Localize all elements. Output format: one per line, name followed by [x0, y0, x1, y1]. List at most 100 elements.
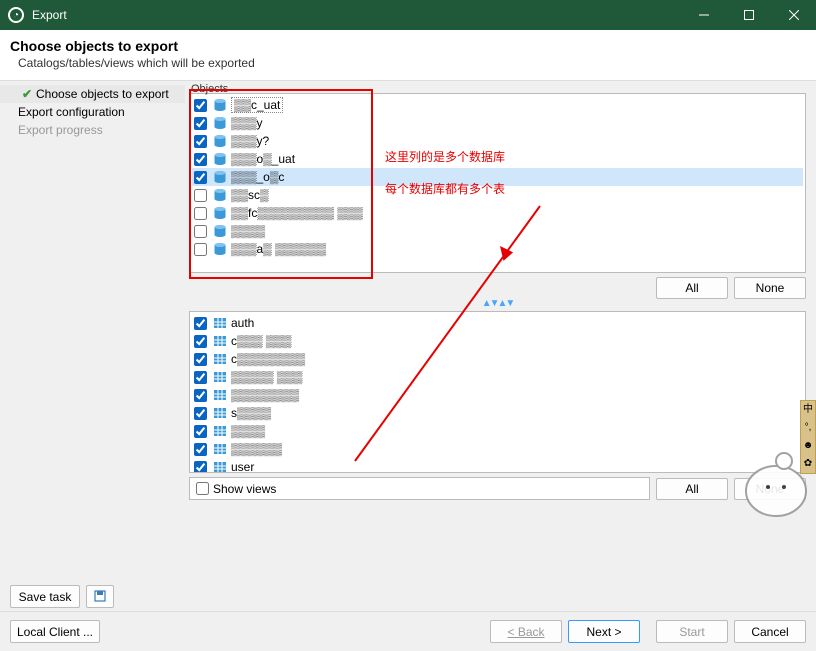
database-label: ▒▒▒y? — [231, 134, 269, 148]
app-icon: ◔ — [8, 7, 24, 23]
start-button[interactable]: Start — [656, 620, 728, 643]
database-icon — [213, 224, 227, 238]
database-checkbox[interactable] — [194, 189, 207, 202]
table-checkbox[interactable] — [194, 407, 207, 420]
db-all-button[interactable]: All — [656, 277, 728, 299]
database-checkbox[interactable] — [194, 135, 207, 148]
database-icon — [213, 206, 227, 220]
save-icon — [93, 589, 107, 603]
table-checkbox[interactable] — [194, 335, 207, 348]
table-label: ▒▒▒▒▒▒▒▒ — [231, 388, 299, 402]
wizard-steps: Choose objects to exportExport configura… — [0, 81, 185, 581]
table-checkbox[interactable] — [194, 371, 207, 384]
maximize-button[interactable] — [726, 0, 771, 30]
table-item[interactable]: c▒▒▒ ▒▒▒ — [192, 332, 803, 350]
tbl-all-button[interactable]: All — [656, 478, 728, 500]
bottom-tools: Save task — [0, 581, 816, 611]
database-checkbox[interactable] — [194, 243, 207, 256]
database-item[interactable]: ▒▒▒o▒_uat — [192, 150, 803, 168]
cancel-button[interactable]: Cancel — [734, 620, 806, 643]
database-label: ▒▒▒y — [231, 116, 263, 130]
table-item[interactable]: ▒▒▒▒▒▒▒▒ — [192, 386, 803, 404]
table-label: auth — [231, 316, 254, 330]
db-none-button[interactable]: None — [734, 277, 806, 299]
show-views-label: Show views — [213, 482, 276, 496]
objects-legend: Objects — [191, 83, 228, 95]
table-checkbox[interactable] — [194, 353, 207, 366]
table-checkbox[interactable] — [194, 461, 207, 474]
database-item[interactable]: ▒▒▒a▒ ▒▒▒▒▒▒ — [192, 240, 803, 258]
table-list[interactable]: auth c▒▒▒ ▒▒▒ c▒▒▒▒▒▒▒▒ ▒▒▒▒▒ ▒▒▒ ▒▒▒▒▒▒▒▒ s▒… — [189, 311, 806, 473]
page-title: Choose objects to export — [10, 38, 806, 54]
table-item[interactable]: ▒▒▒▒▒ ▒▒▒ — [192, 368, 803, 386]
database-icon — [213, 98, 227, 112]
database-label: ▒▒▒a▒ ▒▒▒▒▒▒ — [231, 242, 326, 256]
table-icon — [213, 424, 227, 438]
table-icon — [213, 406, 227, 420]
wizard-footer: Local Client ... < Back Next > Start Can… — [0, 611, 816, 651]
show-views-checkbox[interactable] — [196, 482, 209, 495]
table-checkbox[interactable] — [194, 443, 207, 456]
table-checkbox[interactable] — [194, 425, 207, 438]
next-button[interactable]: Next > — [568, 620, 640, 643]
database-icon — [213, 116, 227, 130]
content-pane: Objects ▒▒c_uat ▒▒▒y ▒▒▒y? ▒▒▒o▒_uat ▒▒▒_o▒c… — [185, 81, 816, 581]
wizard-step[interactable]: Export progress — [0, 121, 185, 139]
table-item[interactable]: c▒▒▒▒▒▒▒▒ — [192, 350, 803, 368]
table-icon — [213, 370, 227, 384]
minimize-button[interactable] — [681, 0, 726, 30]
table-icon — [213, 388, 227, 402]
database-checkbox[interactable] — [194, 225, 207, 238]
table-label: c▒▒▒▒▒▒▒▒ — [231, 352, 305, 366]
database-item[interactable]: ▒▒▒y? — [192, 132, 803, 150]
database-icon — [213, 188, 227, 202]
table-icon — [213, 352, 227, 366]
table-icon — [213, 334, 227, 348]
back-button[interactable]: < Back — [490, 620, 562, 643]
table-item[interactable]: ▒▒▒▒▒▒ — [192, 440, 803, 458]
ime-settings-icon: ✿ — [801, 455, 815, 473]
table-label: ▒▒▒▒ — [231, 424, 265, 438]
database-item[interactable]: ▒▒fc▒▒▒▒▒▒▒▒▒ ▒▒▒ — [192, 204, 803, 222]
table-item[interactable]: ▒▒▒▒ — [192, 422, 803, 440]
database-checkbox[interactable] — [194, 153, 207, 166]
save-task-button[interactable]: Save task — [10, 585, 80, 608]
database-list[interactable]: ▒▒c_uat ▒▒▒y ▒▒▒y? ▒▒▒o▒_uat ▒▒▒_o▒c ▒▒sc▒ ▒▒f… — [189, 93, 806, 273]
database-item[interactable]: ▒▒c_uat — [192, 96, 803, 114]
database-icon — [213, 170, 227, 184]
database-item[interactable]: ▒▒sc▒ — [192, 186, 803, 204]
database-checkbox[interactable] — [194, 171, 207, 184]
table-item[interactable]: auth — [192, 314, 803, 332]
separator-handle[interactable]: ▲▼▲▼ — [189, 301, 806, 309]
table-item[interactable]: s▒▒▒▒ — [192, 404, 803, 422]
database-icon — [213, 152, 227, 166]
wizard-step[interactable]: Export configuration — [0, 103, 185, 121]
database-icon — [213, 134, 227, 148]
database-label: ▒▒fc▒▒▒▒▒▒▒▒▒ ▒▒▒ — [231, 206, 363, 220]
ime-toolbar[interactable]: 中 °, ☻ ✿ — [800, 400, 816, 474]
titlebar: ◔ Export — [0, 0, 816, 30]
table-item[interactable]: user — [192, 458, 803, 473]
table-label: ▒▒▒▒▒ ▒▒▒ — [231, 370, 302, 384]
database-label: ▒▒▒o▒_uat — [231, 152, 295, 166]
wizard-step[interactable]: Choose objects to export — [0, 85, 185, 103]
table-checkbox[interactable] — [194, 317, 207, 330]
database-checkbox[interactable] — [194, 117, 207, 130]
close-button[interactable] — [771, 0, 816, 30]
database-item[interactable]: ▒▒▒▒ — [192, 222, 803, 240]
table-checkbox[interactable] — [194, 389, 207, 402]
table-icon — [213, 442, 227, 456]
database-checkbox[interactable] — [194, 99, 207, 112]
database-item[interactable]: ▒▒▒y — [192, 114, 803, 132]
ime-emoji-icon: ☻ — [801, 437, 815, 455]
database-checkbox[interactable] — [194, 207, 207, 220]
table-label: user — [231, 460, 254, 473]
local-client-button[interactable]: Local Client ... — [10, 620, 100, 643]
database-icon — [213, 242, 227, 256]
database-label: ▒▒▒▒ — [231, 224, 265, 238]
table-label: s▒▒▒▒ — [231, 406, 271, 420]
database-label: ▒▒c_uat — [231, 97, 283, 113]
database-item[interactable]: ▒▒▒_o▒c — [192, 168, 803, 186]
save-task-options-button[interactable] — [86, 585, 114, 608]
database-label: ▒▒sc▒ — [231, 188, 269, 202]
